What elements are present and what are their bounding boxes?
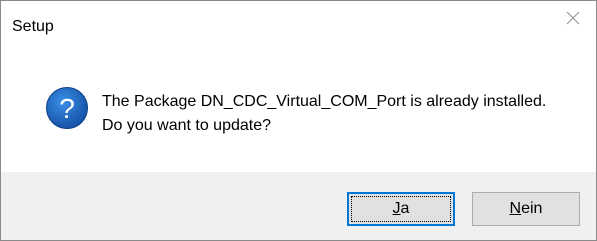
setup-dialog-window: Setup ? The Package DN_CDC_Virtual_COM_P… — [0, 0, 597, 241]
message-line-1: The Package DN_CDC_Virtual_COM_Port is a… — [102, 93, 547, 110]
dialog-content: ? The Package DN_CDC_Virtual_COM_Port is… — [1, 35, 596, 172]
no-button-label-rest: ein — [521, 200, 543, 217]
no-button-mnemonic: N — [509, 200, 522, 217]
title-bar[interactable]: Setup — [1, 1, 596, 35]
yes-button-label-rest: a — [400, 200, 410, 217]
question-icon: ? — [46, 87, 88, 129]
dialog-message: The Package DN_CDC_Virtual_COM_Port is a… — [102, 90, 546, 138]
yes-button[interactable]: Ja — [347, 192, 455, 226]
window-title: Setup — [12, 18, 54, 35]
no-button[interactable]: Nein — [472, 192, 580, 226]
button-bar: Ja Nein — [1, 172, 596, 240]
yes-button-mnemonic: J — [392, 200, 401, 217]
close-icon — [566, 11, 580, 25]
message-line-2: Do you want to update? — [102, 117, 272, 134]
svg-text:?: ? — [59, 93, 75, 124]
close-button[interactable] — [550, 1, 596, 35]
